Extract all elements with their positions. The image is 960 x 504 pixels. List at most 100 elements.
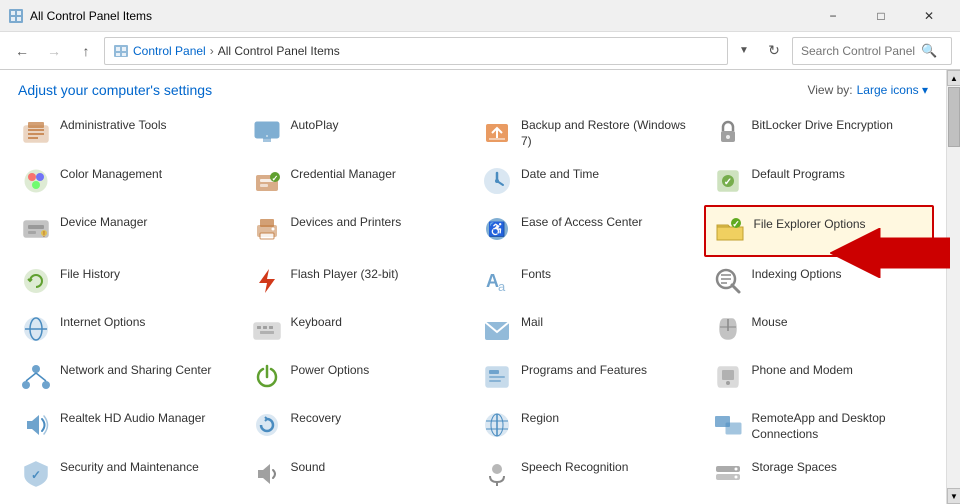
scrollbar: ▲ ▼ <box>946 70 960 504</box>
grid-item-device-mgr[interactable]: ! Device Manager <box>12 205 243 257</box>
item-icon-storage <box>712 458 744 490</box>
scroll-down-button[interactable]: ▼ <box>947 488 960 504</box>
grid-item-network-sharing[interactable]: Network and Sharing Center <box>12 353 243 401</box>
item-icon-speech <box>481 458 513 490</box>
grid-item-system[interactable]: System <box>243 498 474 504</box>
path-all-items[interactable]: All Control Panel Items <box>218 44 340 58</box>
item-icon-file-explorer: ✓ <box>714 215 746 247</box>
item-label-sound: Sound <box>291 458 326 476</box>
item-icon-recovery <box>251 409 283 441</box>
item-icon-phone-modem <box>712 361 744 393</box>
title-bar: All Control Panel Items − □ ✕ <box>0 0 960 32</box>
grid-item-remoteapp[interactable]: RemoteApp and Desktop Connections <box>704 401 935 450</box>
window-icon <box>8 8 24 24</box>
item-label-network-sharing: Network and Sharing Center <box>60 361 211 379</box>
item-icon-realtek-audio <box>20 409 52 441</box>
grid-item-backup-restore[interactable]: Backup and Restore (Windows 7) <box>473 108 704 157</box>
item-icon-mail <box>481 313 513 345</box>
path-separator: › <box>210 44 214 58</box>
panel-header: Adjust your computer's settings View by:… <box>0 70 946 104</box>
grid-item-bitlocker[interactable]: BitLocker Drive Encryption <box>704 108 935 157</box>
item-label-default-prg: Default Programs <box>752 165 845 183</box>
grid-item-programs-features[interactable]: Programs and Features <box>473 353 704 401</box>
maximize-button[interactable]: □ <box>858 0 904 32</box>
grid-item-autoplay[interactable]: AutoPlay <box>243 108 474 157</box>
svg-text:✓: ✓ <box>732 219 740 229</box>
item-label-device-mgr: Device Manager <box>60 213 147 231</box>
grid-item-fonts[interactable]: AaFonts <box>473 257 704 305</box>
grid-item-devices-printers[interactable]: Devices and Printers <box>243 205 474 257</box>
item-icon-device-mgr: ! <box>20 213 52 245</box>
item-label-internet-opt: Internet Options <box>60 313 145 331</box>
item-icon-color-mgmt <box>20 165 52 197</box>
grid-item-region[interactable]: Region <box>473 401 704 450</box>
item-icon-ease-access: ♿ <box>481 213 513 245</box>
search-input[interactable] <box>801 44 921 58</box>
item-icon-mouse <box>712 313 744 345</box>
item-label-programs-features: Programs and Features <box>521 361 647 379</box>
grid-item-mouse[interactable]: Mouse <box>704 305 935 353</box>
grid-item-realtek-audio[interactable]: Realtek HD Audio Manager <box>12 401 243 450</box>
view-by-value[interactable]: Large icons ▾ <box>857 83 928 97</box>
content-area: Adjust your computer's settings View by:… <box>0 70 960 504</box>
grid-item-default-prg[interactable]: ✓Default Programs <box>704 157 935 205</box>
minimize-button[interactable]: − <box>810 0 856 32</box>
item-icon-admin-tools <box>20 116 52 148</box>
item-label-mouse: Mouse <box>752 313 788 331</box>
item-icon-internet-opt <box>20 313 52 345</box>
grid-item-security[interactable]: ✓Security and Maintenance <box>12 450 243 498</box>
refresh-button[interactable]: ↻ <box>760 37 788 65</box>
address-bar: ← → ↑ Control Panel › All Control Panel … <box>0 32 960 70</box>
path-control-panel[interactable]: Control Panel <box>133 44 206 58</box>
item-label-phone-modem: Phone and Modem <box>752 361 853 379</box>
forward-button[interactable]: → <box>40 37 68 65</box>
item-label-file-explorer: File Explorer Options <box>754 215 866 233</box>
grid-item-indexing[interactable]: Indexing Options <box>704 257 935 305</box>
window: All Control Panel Items − □ ✕ ← → ↑ Cont… <box>0 0 960 504</box>
back-button[interactable]: ← <box>8 37 36 65</box>
grid-item-keyboard[interactable]: Keyboard <box>243 305 474 353</box>
item-icon-date-time <box>481 165 513 197</box>
item-icon-file-history <box>20 265 52 297</box>
grid-item-credential-mgr[interactable]: ✓Credential Manager <box>243 157 474 205</box>
grid-item-mail[interactable]: Mail <box>473 305 704 353</box>
grid-item-phone-modem[interactable]: Phone and Modem <box>704 353 935 401</box>
scroll-up-button[interactable]: ▲ <box>947 70 960 86</box>
address-path[interactable]: Control Panel › All Control Panel Items <box>104 37 728 65</box>
svg-text:!: ! <box>43 230 46 239</box>
items-grid: Administrative Tools AutoPlayBackup and R… <box>0 104 946 504</box>
grid-item-speech[interactable]: Speech Recognition <box>473 450 704 498</box>
grid-item-ease-access[interactable]: ♿Ease of Access Center <box>473 205 704 257</box>
grid-item-internet-opt[interactable]: Internet Options <box>12 305 243 353</box>
grid-item-date-time[interactable]: Date and Time <box>473 157 704 205</box>
item-icon-keyboard <box>251 313 283 345</box>
grid-item-color-mgmt[interactable]: Color Management <box>12 157 243 205</box>
grid-item-flash-player[interactable]: Flash Player (32-bit) <box>243 257 474 305</box>
item-label-speech: Speech Recognition <box>521 458 628 476</box>
main-panel: Adjust your computer's settings View by:… <box>0 70 946 504</box>
address-dropdown-button[interactable]: ▼ <box>732 37 756 65</box>
item-label-admin-tools: Administrative Tools <box>60 116 167 134</box>
search-box[interactable]: 🔍 <box>792 37 952 65</box>
item-label-remoteapp: RemoteApp and Desktop Connections <box>752 409 927 442</box>
item-icon-security: ✓ <box>20 458 52 490</box>
item-label-region: Region <box>521 409 559 427</box>
grid-item-admin-tools[interactable]: Administrative Tools <box>12 108 243 157</box>
grid-item-power-opt[interactable]: Power Options <box>243 353 474 401</box>
item-label-devices-printers: Devices and Printers <box>291 213 402 231</box>
scroll-thumb[interactable] <box>948 87 960 147</box>
close-button[interactable]: ✕ <box>906 0 952 32</box>
item-icon-power-opt <box>251 361 283 393</box>
item-label-bitlocker: BitLocker Drive Encryption <box>752 116 893 134</box>
grid-item-troubleshoot[interactable]: ?Troubleshooting <box>704 498 935 504</box>
grid-item-file-history[interactable]: File History <box>12 257 243 305</box>
up-button[interactable]: ↑ <box>72 37 100 65</box>
grid-item-taskbar-nav[interactable]: Taskbar and Navigation <box>473 498 704 504</box>
grid-item-storage[interactable]: Storage Spaces <box>704 450 935 498</box>
grid-item-sync-center[interactable]: Sync Center <box>12 498 243 504</box>
grid-item-sound[interactable]: Sound <box>243 450 474 498</box>
grid-item-recovery[interactable]: Recovery <box>243 401 474 450</box>
item-label-fonts: Fonts <box>521 265 551 283</box>
item-label-mail: Mail <box>521 313 543 331</box>
grid-item-file-explorer[interactable]: ✓ File Explorer Options <box>704 205 935 257</box>
